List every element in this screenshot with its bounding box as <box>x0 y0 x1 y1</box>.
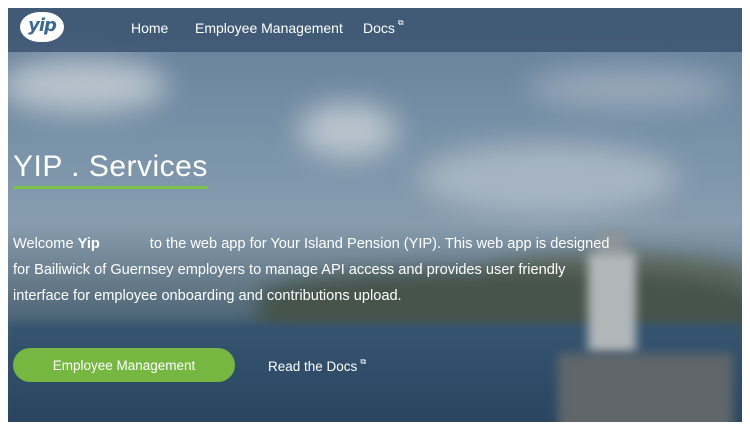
intro-prefix: Welcome <box>13 236 74 252</box>
logo-text: yip <box>28 15 57 36</box>
top-navbar: yip Home Employee Management Docs ⧉ <box>8 8 742 52</box>
page-title: YIP . Services <box>13 150 208 183</box>
read-the-docs-link[interactable]: Read the Docs ⧉ <box>268 357 367 374</box>
external-link-icon: ⧉ <box>397 18 404 27</box>
title-underline <box>14 186 208 189</box>
nav-docs-link[interactable]: Docs ⧉ <box>363 18 404 36</box>
read-the-docs-label: Read the Docs <box>268 359 358 374</box>
nav-home-link[interactable]: Home <box>131 20 168 36</box>
external-link-icon: ⧉ <box>360 357 367 366</box>
hero-section: yip Home Employee Management Docs ⧉ YIP .… <box>8 8 742 422</box>
employee-management-button[interactable]: Employee Management <box>13 348 235 382</box>
yip-logo[interactable]: yip <box>20 12 64 42</box>
nav-docs-label: Docs <box>363 20 395 36</box>
intro-name: Yip <box>77 236 100 252</box>
nav-employee-management-link[interactable]: Employee Management <box>195 20 343 36</box>
intro-body: to the web app for Your Island Pension (… <box>13 236 610 304</box>
intro-text: Welcome Yip to the web app for Your Islan… <box>13 231 613 309</box>
